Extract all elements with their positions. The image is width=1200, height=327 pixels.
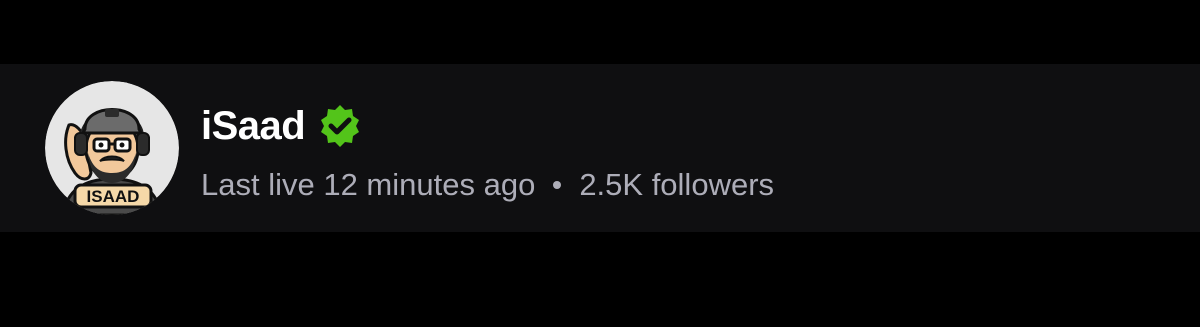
separator-dot	[553, 180, 562, 189]
avatar[interactable]: ISAAD	[45, 81, 179, 215]
avatar-logo-text: ISAAD	[87, 187, 140, 206]
avatar-illustration: ISAAD	[45, 81, 179, 215]
channel-name[interactable]: iSaad	[201, 106, 306, 146]
channel-info: iSaad Last live 12 minutes ago 2.5K foll…	[201, 97, 774, 200]
channel-meta: Last live 12 minutes ago 2.5K followers	[201, 169, 774, 200]
followers-count[interactable]: 2.5K followers	[579, 169, 774, 200]
last-live-text: Last live 12 minutes ago	[201, 167, 536, 202]
channel-card: ISAAD iSaad Last live 12 minutes ago 2.5…	[0, 64, 1200, 232]
verified-badge-icon	[317, 103, 363, 149]
name-row: iSaad	[201, 97, 774, 155]
